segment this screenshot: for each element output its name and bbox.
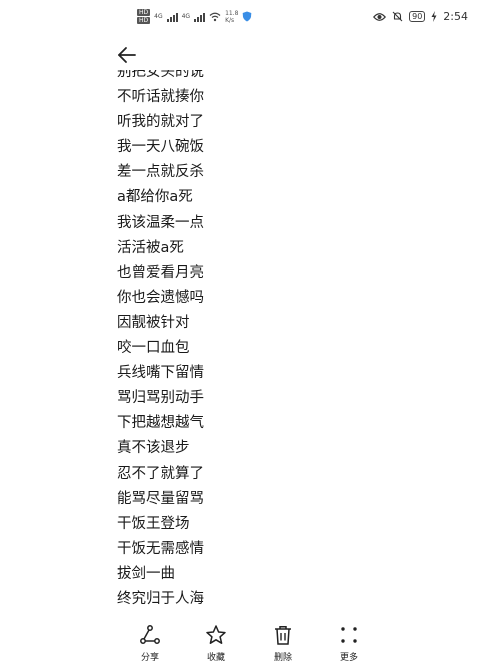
star-icon bbox=[206, 625, 226, 644]
text-line: 拔剑一曲 bbox=[117, 565, 175, 582]
battery-indicator: 90 bbox=[409, 11, 426, 22]
clock-time: 2:54 bbox=[443, 10, 468, 23]
eye-comfort-icon bbox=[373, 12, 387, 21]
delete-button[interactable]: 删除 bbox=[258, 624, 308, 663]
favorite-button[interactable]: 收藏 bbox=[191, 624, 241, 663]
text-line: 能骂尽量留骂 bbox=[117, 490, 204, 507]
mute-bell-icon bbox=[392, 11, 403, 22]
text-line: 真不该退步 bbox=[117, 440, 190, 457]
text-line: 忍不了就算了 bbox=[117, 465, 204, 482]
text-line: 差一点就反杀 bbox=[117, 164, 204, 181]
text-line: 咬一口血包 bbox=[117, 340, 190, 357]
signal-icon-2 bbox=[194, 12, 206, 22]
charging-icon bbox=[431, 11, 437, 22]
more-dots-icon bbox=[341, 627, 357, 643]
text-line: a都给你a死 bbox=[117, 189, 193, 206]
text-line: 干饭无需感情 bbox=[117, 540, 204, 557]
more-button[interactable]: 更多 bbox=[324, 624, 374, 663]
arrow-left-icon bbox=[118, 47, 136, 63]
bottom-toolbar: 分享 收藏 删除 更多 bbox=[0, 618, 500, 666]
text-line: 活活被a死 bbox=[117, 239, 184, 256]
wifi-icon bbox=[209, 12, 221, 21]
text-line: 兵线嘴下留情 bbox=[117, 365, 204, 382]
shield-icon bbox=[243, 11, 252, 22]
network-speed-unit: K/s bbox=[225, 16, 235, 24]
network-type-2: 4G bbox=[181, 13, 191, 20]
note-content[interactable]: 别把女头的说 不听话就揍你 听我的就对了 我一天八碗饭 差一点就反杀 a都给你a… bbox=[0, 70, 500, 615]
network-type-1: 4G bbox=[154, 13, 163, 20]
sim1-badge: HD bbox=[137, 9, 151, 16]
signal-icon-1 bbox=[166, 12, 178, 22]
share-label: 分享 bbox=[140, 653, 159, 663]
favorite-label: 收藏 bbox=[206, 653, 225, 663]
status-bar: HD HD 4G 4G 11.8 K/s 90 2:54 bbox=[0, 0, 500, 34]
text-line: 下把越想越气 bbox=[117, 415, 204, 432]
status-bar-right: 90 2:54 bbox=[373, 10, 468, 23]
text-line: 我一天八碗饭 bbox=[117, 139, 204, 156]
back-button[interactable] bbox=[114, 42, 140, 68]
sim2-badge: HD bbox=[137, 17, 151, 24]
network-speed: 11.8 K/s bbox=[225, 10, 238, 24]
text-line: 我该温柔一点 bbox=[117, 214, 204, 231]
sim-indicators: HD HD bbox=[137, 9, 151, 24]
text-line: 终究归于人海 bbox=[117, 590, 204, 607]
network-speed-value: 11.8 bbox=[225, 9, 239, 17]
status-bar-left: HD HD 4G 4G 11.8 K/s bbox=[137, 9, 252, 24]
text-line: 干饭王登场 bbox=[117, 515, 190, 532]
share-icon bbox=[140, 625, 160, 644]
delete-label: 删除 bbox=[273, 653, 292, 663]
text-line: 你也会遗憾吗 bbox=[117, 289, 204, 306]
more-label: 更多 bbox=[339, 653, 358, 663]
trash-icon bbox=[275, 626, 291, 645]
text-lines: 别把女头的说 不听话就揍你 听我的就对了 我一天八碗饭 差一点就反杀 a都给你a… bbox=[117, 70, 204, 612]
text-line: 不听话就揍你 bbox=[117, 89, 204, 106]
text-line: 别把女头的说 bbox=[117, 70, 204, 80]
text-line: 因靓被针对 bbox=[117, 314, 190, 331]
text-line: 也曾爱看月亮 bbox=[117, 264, 204, 281]
text-line: 骂归骂别动手 bbox=[117, 390, 204, 407]
share-button[interactable]: 分享 bbox=[125, 624, 175, 663]
text-line: 听我的就对了 bbox=[117, 114, 204, 131]
